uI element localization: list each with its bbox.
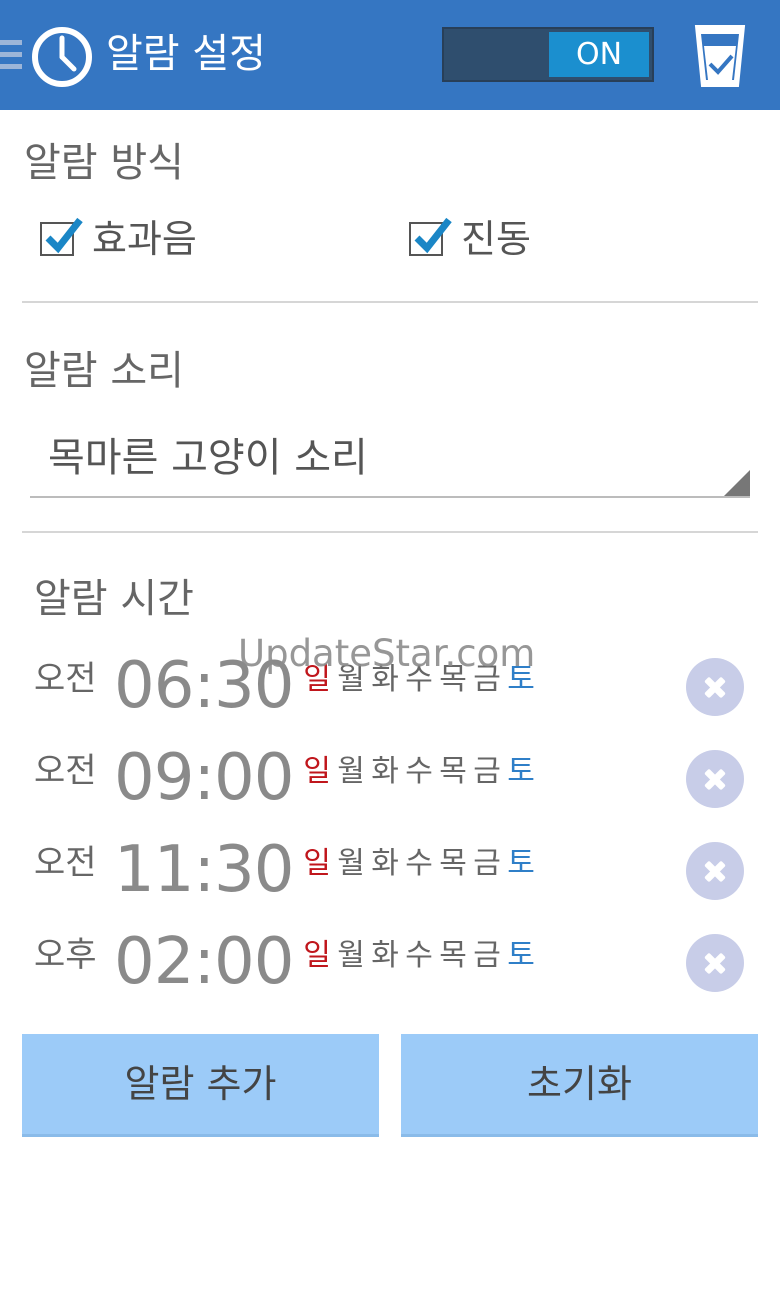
day-toggle[interactable]: 금 (472, 752, 502, 792)
alarm-time[interactable]: 02:00 (114, 920, 294, 1004)
day-toggle[interactable]: 토 (506, 844, 536, 884)
delete-alarm-icon[interactable] (686, 842, 744, 900)
day-toggle[interactable]: 일 (302, 936, 332, 976)
day-toggle[interactable]: 목 (438, 752, 468, 792)
day-toggle[interactable]: 월 (336, 752, 366, 792)
day-toggle[interactable]: 목 (438, 844, 468, 884)
sound-effect-checkbox[interactable] (40, 217, 83, 256)
delete-alarm-icon[interactable] (686, 934, 744, 992)
day-toggle[interactable]: 수 (404, 844, 434, 884)
day-toggle[interactable]: 금 (472, 936, 502, 976)
day-toggle[interactable]: 수 (404, 752, 434, 792)
day-toggle[interactable]: 토 (506, 936, 536, 976)
clock-icon (32, 27, 92, 87)
alarm-row[interactable]: 오후 02:00 일 월 화 수 목 금 토 (0, 920, 780, 1004)
sound-effect-option[interactable]: 효과음 (40, 214, 197, 264)
alarm-row[interactable]: 오전 11:30 일 월 화 수 목 금 토 (0, 828, 780, 912)
alarm-days: 일월화수목금토 (302, 936, 540, 976)
day-toggle[interactable]: 목 (438, 936, 468, 976)
delete-alarm-icon[interactable] (686, 658, 744, 716)
sound-effect-label: 효과음 (92, 217, 197, 261)
app-header: 알람 설정 ON (0, 0, 780, 110)
divider (22, 301, 758, 303)
menu-icon[interactable] (0, 40, 22, 72)
day-toggle[interactable]: 수 (404, 936, 434, 976)
watermark: UpdateStar.com (238, 632, 536, 675)
toggle-on-label: ON (549, 32, 649, 77)
vibration-checkbox[interactable] (409, 217, 452, 256)
alarm-ampm: 오전 (34, 659, 97, 699)
alarm-toggle[interactable]: ON (442, 27, 654, 82)
vibration-label: 진동 (461, 217, 531, 261)
day-toggle[interactable]: 화 (370, 844, 400, 884)
vibration-option[interactable]: 진동 (409, 214, 531, 264)
cup-icon[interactable] (692, 22, 748, 90)
day-toggle[interactable]: 월 (336, 844, 366, 884)
alarm-ampm: 오전 (34, 843, 97, 883)
alarm-ampm: 오전 (34, 751, 97, 791)
alarm-sound-title: 알람 소리 (24, 348, 184, 394)
day-toggle[interactable]: 일 (302, 844, 332, 884)
alarm-sound-value: 목마른 고양이 소리 (48, 435, 368, 481)
day-toggle[interactable]: 월 (336, 936, 366, 976)
alarm-days: 일월화수목금토 (302, 844, 540, 884)
alarm-sound-dropdown[interactable]: 목마른 고양이 소리 (30, 426, 750, 498)
add-alarm-button[interactable]: 알람 추가 (22, 1034, 379, 1137)
alarm-method-title: 알람 방식 (24, 140, 184, 186)
dropdown-arrow-icon (724, 470, 750, 496)
alarm-ampm: 오후 (34, 935, 97, 975)
day-toggle[interactable]: 화 (370, 936, 400, 976)
alarm-time[interactable]: 09:00 (114, 736, 294, 820)
day-toggle[interactable]: 토 (506, 752, 536, 792)
day-toggle[interactable]: 화 (370, 752, 400, 792)
divider (22, 531, 758, 533)
alarm-time[interactable]: 11:30 (114, 828, 294, 912)
reset-button[interactable]: 초기화 (401, 1034, 758, 1137)
alarm-time-title: 알람 시간 (34, 576, 194, 622)
day-toggle[interactable]: 금 (472, 844, 502, 884)
alarm-row[interactable]: 오전 09:00 일 월 화 수 목 금 토 (0, 736, 780, 820)
page-title: 알람 설정 (106, 31, 266, 77)
day-toggle[interactable]: 일 (302, 752, 332, 792)
alarm-days: 일월화수목금토 (302, 752, 540, 792)
delete-alarm-icon[interactable] (686, 750, 744, 808)
